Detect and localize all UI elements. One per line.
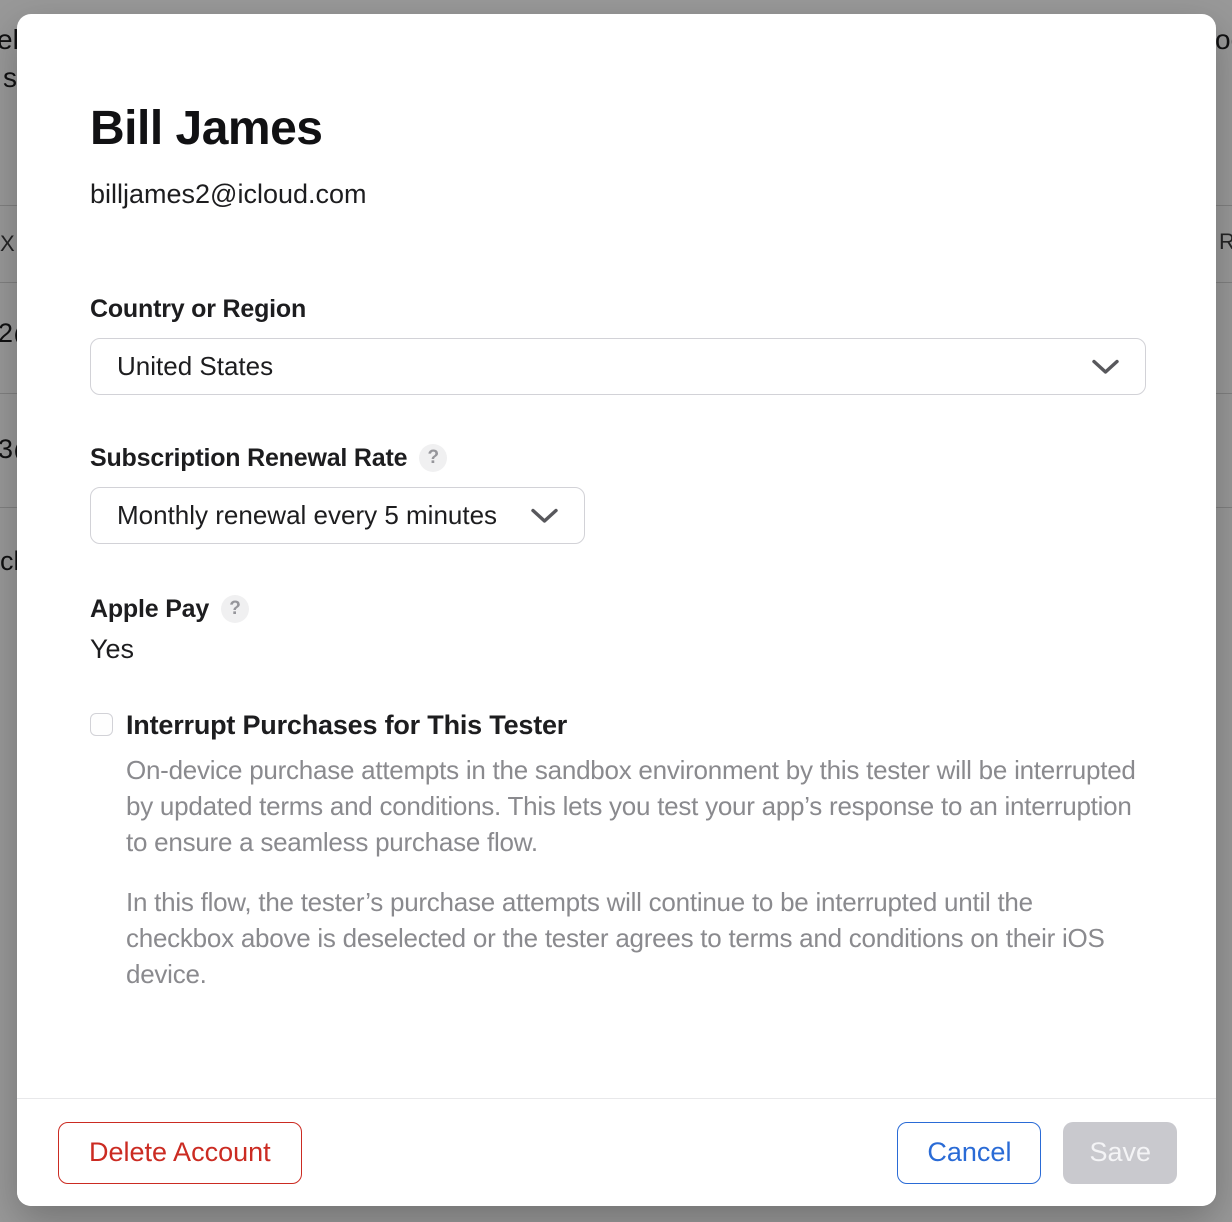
chevron-down-icon: [1091, 358, 1120, 375]
tester-email: billjames2@icloud.com: [90, 178, 1146, 210]
save-button[interactable]: Save: [1063, 1122, 1177, 1184]
renewal-rate-label: Subscription Renewal Rate: [90, 443, 407, 473]
dialog-title: Bill James: [90, 104, 1146, 154]
apple-pay-label: Apple Pay: [90, 594, 209, 624]
apple-pay-label-row: Apple Pay ?: [90, 594, 1146, 624]
dialog-footer: Delete Account Cancel Save: [17, 1098, 1216, 1206]
edit-sandbox-tester-dialog: Bill James billjames2@icloud.com Country…: [17, 14, 1216, 1206]
renewal-rate-help-icon[interactable]: ?: [419, 444, 447, 472]
country-select[interactable]: United States: [90, 338, 1146, 395]
renewal-rate-select[interactable]: Monthly renewal every 5 minutes: [90, 487, 585, 544]
country-field-label-row: Country or Region: [90, 294, 1146, 324]
interrupt-purchases-label[interactable]: Interrupt Purchases for This Tester: [126, 710, 1146, 740]
interrupt-description-paragraph-1: On-device purchase attempts in the sandb…: [126, 752, 1146, 860]
cancel-button[interactable]: Cancel: [897, 1122, 1041, 1184]
country-label: Country or Region: [90, 294, 306, 324]
renewal-field-label-row: Subscription Renewal Rate ?: [90, 443, 1146, 473]
interrupt-purchases-section: Interrupt Purchases for This Tester On-d…: [90, 710, 1146, 992]
apple-pay-help-icon[interactable]: ?: [221, 595, 249, 623]
delete-account-button[interactable]: Delete Account: [58, 1122, 302, 1184]
chevron-down-icon: [530, 507, 559, 524]
country-select-value: United States: [117, 351, 273, 382]
dialog-body: Bill James billjames2@icloud.com Country…: [17, 14, 1216, 992]
apple-pay-value: Yes: [90, 634, 1146, 664]
interrupt-purchases-text: Interrupt Purchases for This Tester On-d…: [126, 710, 1146, 992]
renewal-rate-select-value: Monthly renewal every 5 minutes: [117, 500, 497, 531]
interrupt-purchases-checkbox[interactable]: [90, 713, 113, 736]
interrupt-description-paragraph-2: In this flow, the tester’s purchase atte…: [126, 884, 1146, 992]
